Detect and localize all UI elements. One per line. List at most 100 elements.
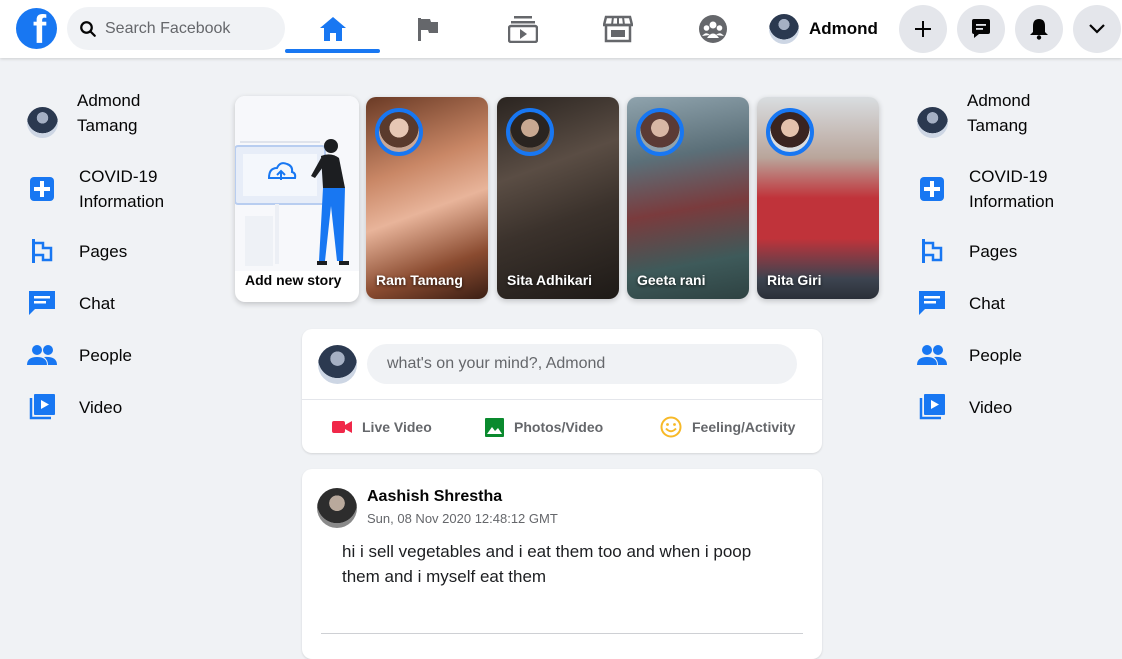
people-icon	[917, 345, 947, 365]
add-story-label: Add new story	[245, 272, 342, 288]
action-label: Live Video	[362, 419, 432, 435]
top-nav-bar: f Search Facebook Admond	[0, 0, 1122, 58]
people-icon	[27, 345, 57, 365]
sidebar-profile-name: Admond Tamang	[77, 91, 141, 135]
watch-icon	[507, 16, 538, 43]
search-input[interactable]	[105, 19, 275, 38]
video-icon	[29, 394, 55, 420]
search-box[interactable]	[67, 7, 285, 50]
tab-home[interactable]	[285, 0, 380, 58]
post-timestamp: Sun, 08 Nov 2020 12:48:12 GMT	[367, 511, 558, 526]
post-author[interactable]: Aashish Shrestha	[367, 488, 502, 506]
sidebar-item-label: Video	[79, 397, 123, 417]
video-icon	[919, 394, 945, 420]
sidebar-item-video[interactable]: Video	[26, 381, 226, 433]
sidebar-item-label: COVID-19 Information	[79, 167, 165, 211]
story-name: Geeta rani	[637, 272, 706, 288]
flag-icon	[417, 18, 438, 41]
sidebar-item-label: Pages	[79, 241, 128, 261]
avatar	[769, 14, 799, 44]
avatar	[916, 106, 948, 138]
sidebar-item-video[interactable]: Video	[916, 381, 1116, 433]
avatar	[26, 106, 58, 138]
photo-video-button[interactable]: Photos/Video	[485, 413, 603, 441]
groups-icon	[698, 15, 727, 43]
messenger-button[interactable]	[957, 5, 1005, 53]
sidebar-item-pages[interactable]: Pages	[26, 225, 226, 277]
pages-flag-icon	[32, 239, 53, 263]
chevron-down-icon	[1089, 24, 1105, 34]
sidebar-item-chat[interactable]: Chat	[916, 277, 1116, 329]
story-card[interactable]: Geeta rani	[627, 97, 749, 299]
marketplace-icon	[602, 15, 633, 43]
covid-plus-icon	[30, 177, 54, 201]
status-input[interactable]	[367, 344, 797, 384]
feeling-activity-button[interactable]: Feeling/Activity	[660, 413, 795, 441]
search-icon	[80, 20, 96, 37]
feed-post: Aashish Shrestha Sun, 08 Nov 2020 12:48:…	[302, 469, 822, 659]
profile-name: Admond	[809, 19, 878, 38]
story-name: Sita Adhikari	[507, 272, 593, 288]
photo-icon	[485, 417, 504, 437]
post-text-line: them and i myself eat them	[342, 567, 547, 586]
create-button[interactable]	[899, 5, 947, 53]
sidebar-item-label: Chat	[79, 293, 115, 313]
sidebar-item-covid[interactable]: COVID-19 Information	[916, 160, 1116, 218]
sidebar-item-label: COVID-19 Information	[969, 167, 1055, 211]
divider	[321, 633, 803, 634]
notifications-button[interactable]	[1015, 5, 1063, 53]
profile-chip[interactable]: Admond	[769, 12, 878, 46]
tab-marketplace[interactable]	[570, 0, 665, 58]
sidebar-item-pages[interactable]: Pages	[916, 225, 1116, 277]
story-name: Rita Giri	[767, 272, 822, 288]
story-avatar	[636, 108, 684, 156]
sidebar-item-label: Video	[969, 397, 1013, 417]
chat-icon	[919, 291, 945, 315]
add-story-card[interactable]: Add new story	[235, 96, 359, 302]
covid-plus-icon	[920, 177, 944, 201]
messenger-icon	[972, 19, 990, 38]
tab-groups[interactable]	[665, 0, 760, 58]
story-avatar	[506, 108, 554, 156]
account-menu-button[interactable]	[1073, 5, 1121, 53]
divider	[302, 399, 822, 400]
sidebar-profile[interactable]: Admond Tamang	[26, 78, 226, 162]
avatar[interactable]	[317, 488, 357, 528]
action-label: Photos/Video	[514, 419, 604, 435]
story-card[interactable]: Sita Adhikari	[497, 97, 619, 299]
left-sidebar: Admond Tamang COVID-19 Information Pages	[26, 91, 226, 433]
sidebar-item-chat[interactable]: Chat	[26, 277, 226, 329]
sidebar-item-label: People	[969, 345, 1022, 365]
story-card[interactable]: Ram Tamang	[366, 97, 488, 299]
sidebar-item-people[interactable]: People	[26, 329, 226, 381]
post-text-line: hi i sell vegetables and i eat them too …	[342, 542, 752, 561]
post-composer: Live Video Photos/Video Feeling/Activity	[302, 329, 822, 453]
story-card[interactable]: Rita Giri	[757, 97, 879, 299]
post-text: hi i sell vegetables and i eat them too …	[342, 539, 802, 589]
tab-watch[interactable]	[475, 0, 570, 58]
pages-flag-icon	[922, 239, 943, 263]
chat-icon	[29, 291, 55, 315]
sidebar-item-label: People	[79, 345, 132, 365]
action-label: Feeling/Activity	[692, 419, 796, 435]
sidebar-profile[interactable]: Admond Tamang	[916, 78, 1116, 162]
sidebar-profile-name: Admond Tamang	[967, 91, 1031, 135]
story-name: Ram Tamang	[376, 272, 463, 288]
sidebar-item-covid[interactable]: COVID-19 Information	[26, 160, 226, 218]
live-video-icon	[332, 421, 352, 433]
upload-illustration-icon	[235, 96, 359, 271]
live-video-button[interactable]: Live Video	[332, 413, 432, 441]
facebook-logo-icon[interactable]: f	[16, 8, 57, 49]
plus-icon	[915, 21, 931, 37]
smiley-icon	[660, 416, 682, 438]
sidebar-item-label: Chat	[969, 293, 1005, 313]
story-avatar	[766, 108, 814, 156]
sidebar-item-label: Pages	[969, 241, 1018, 261]
avatar	[318, 345, 357, 384]
sidebar-item-people[interactable]: People	[916, 329, 1116, 381]
right-sidebar: Admond Tamang COVID-19 Information Pages	[916, 91, 1116, 433]
tab-pages[interactable]	[380, 0, 475, 58]
home-icon	[319, 17, 346, 41]
story-avatar	[375, 108, 423, 156]
bell-icon	[1030, 19, 1048, 40]
